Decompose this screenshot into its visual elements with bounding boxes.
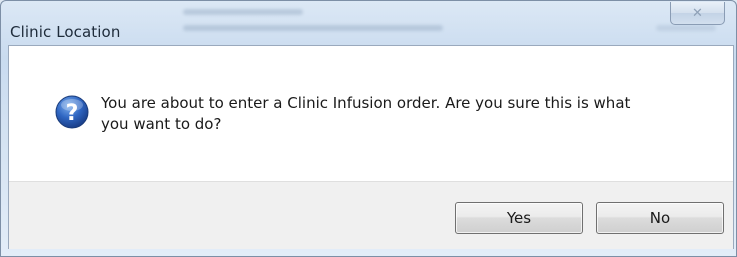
button-bar: Yes No (9, 181, 733, 249)
no-button[interactable]: No (596, 202, 724, 234)
background-text-blur (656, 25, 716, 31)
dialog-message: You are about to enter a Clinic Infusion… (101, 94, 631, 133)
svg-text:?: ? (66, 101, 79, 126)
yes-button[interactable]: Yes (455, 202, 583, 234)
close-button[interactable]: ✕ (670, 2, 725, 25)
message-row: ? You are about to enter a Clinic Infusi… (55, 90, 661, 135)
dialog-client-area: ? You are about to enter a Clinic Infusi… (8, 45, 734, 249)
dialog-window: Clinic Location ✕ ? You are about to ent… (0, 0, 737, 257)
background-text-blur (183, 25, 443, 31)
question-icon: ? (55, 95, 89, 129)
close-icon: ✕ (692, 5, 703, 21)
background-text-blur (183, 9, 303, 15)
window-title: Clinic Location (10, 23, 121, 41)
